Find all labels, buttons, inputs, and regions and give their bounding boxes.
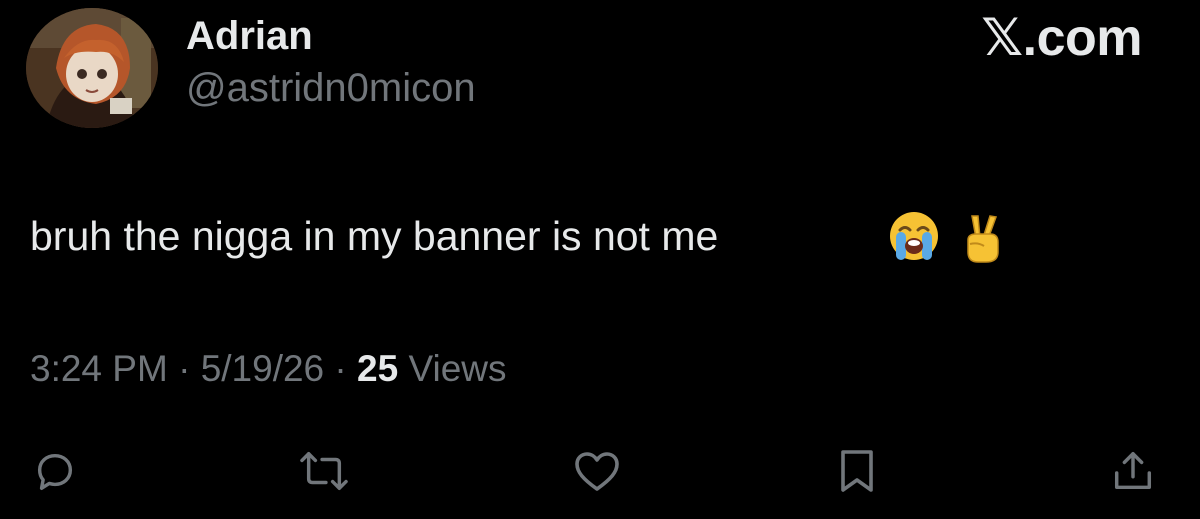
- bookmark-button[interactable]: [826, 440, 888, 502]
- tweet-date[interactable]: 5/19/26: [201, 348, 324, 389]
- loudly-crying-face-emoji-icon: [888, 210, 940, 267]
- share-icon: [1114, 452, 1152, 490]
- views-label: Views: [408, 348, 507, 389]
- reply-button[interactable]: [24, 440, 86, 502]
- bookmark-icon: [841, 450, 873, 492]
- retweet-icon: [300, 452, 348, 490]
- views-count: 25: [357, 348, 399, 389]
- meta-separator: ·: [334, 348, 347, 389]
- avatar-image: [26, 8, 158, 128]
- avatar[interactable]: [26, 8, 158, 128]
- tweet-time[interactable]: 3:24 PM: [30, 348, 168, 389]
- user-handle[interactable]: @astridn0micon: [186, 64, 476, 112]
- display-name[interactable]: Adrian: [186, 12, 313, 60]
- retweet-button[interactable]: [293, 440, 355, 502]
- tweet-text-content: bruh the nigga in my banner is not me: [30, 213, 719, 259]
- share-button[interactable]: [1102, 440, 1164, 502]
- reply-icon: [37, 453, 73, 490]
- like-button[interactable]: [566, 440, 628, 502]
- victory-hand-emoji-icon: [960, 212, 1004, 269]
- tweet-text: bruh the nigga in my banner is not me: [30, 206, 718, 266]
- like-icon: [575, 452, 619, 491]
- tweet-meta: 3:24 PM · 5/19/26 · 25 Views: [30, 343, 507, 395]
- x-logo-text: 𝕏.com: [981, 9, 1142, 67]
- meta-separator: ·: [178, 348, 191, 389]
